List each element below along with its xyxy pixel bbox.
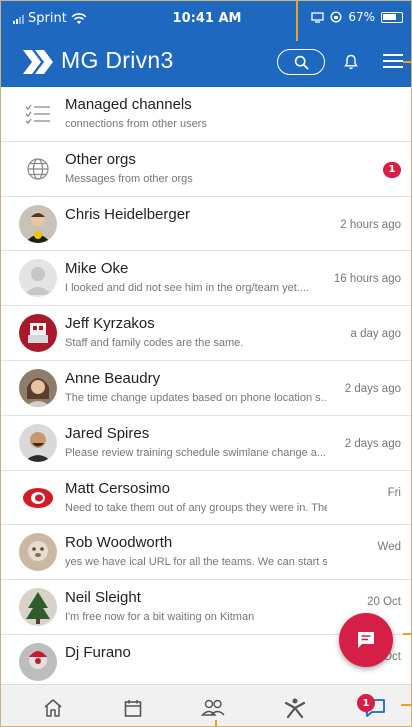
row-time: 2 days ago	[344, 382, 401, 395]
status-right: 67%	[311, 10, 403, 24]
row-time: a day ago	[350, 328, 401, 341]
chat-tab[interactable]: 1	[357, 694, 387, 720]
conversation-row[interactable]: Mike Oke I looked and did not see him in…	[1, 251, 411, 307]
bell-icon	[344, 54, 358, 70]
row-preview: yes we have ical URL for all the teams. …	[65, 556, 327, 569]
row-preview: I looked and did not see him in the org/…	[65, 282, 309, 295]
new-message-button[interactable]	[339, 613, 393, 667]
avatar	[19, 368, 57, 407]
annotation-line	[401, 704, 411, 706]
row-title: Neil Sleight	[65, 589, 141, 607]
row-preview: Staff and family codes are the same.	[65, 337, 244, 350]
annotation-line	[215, 720, 217, 726]
screen-mirror-icon	[311, 11, 324, 23]
row-title: Mike Oke	[65, 260, 129, 278]
annotation-line	[296, 1, 298, 41]
row-title: Rob Woodworth	[65, 534, 173, 552]
row-preview: Need to take them out of any groups they…	[65, 501, 327, 514]
avatar	[19, 642, 57, 681]
notifications-button[interactable]	[341, 51, 361, 73]
globe-icon	[19, 150, 57, 188]
activity-icon	[284, 698, 306, 719]
row-title: Managed channels	[65, 96, 192, 113]
calendar-icon	[124, 700, 142, 717]
conversation-row[interactable]: Jeff Kyrzakos Staff and family codes are…	[1, 306, 411, 361]
row-time: Fri	[387, 486, 401, 499]
row-time: 20 Oct	[367, 596, 401, 609]
annotation-line	[403, 61, 411, 63]
menu-icon	[383, 54, 403, 56]
activity-tab[interactable]	[283, 696, 307, 720]
row-subtitle: Messages from other orgs	[65, 172, 193, 185]
other-orgs-row[interactable]: Other orgs Messages from other orgs 1	[1, 141, 411, 197]
conversation-row[interactable]: Anne Beaudry The time change updates bas…	[1, 360, 411, 416]
row-title: Dj Furano	[65, 643, 131, 661]
menu-button[interactable]	[383, 51, 403, 73]
row-title: Jared Spires	[65, 424, 150, 442]
logo-icon	[23, 50, 53, 74]
people-tab[interactable]	[201, 696, 225, 720]
new-message-icon	[358, 632, 374, 648]
conversation-row[interactable]: Matt Cersosimo Need to take them out of …	[1, 470, 411, 526]
conversation-row[interactable]: Jared Spires Please review training sche…	[1, 415, 411, 471]
row-title: Jeff Kyrzakos	[65, 315, 155, 333]
row-preview: Please review training schedule swimlane…	[65, 446, 327, 459]
home-tab[interactable]	[41, 696, 65, 720]
row-title: Matt Cersosimo	[65, 479, 171, 497]
search-button[interactable]	[277, 49, 325, 75]
avatar	[19, 533, 57, 572]
calendar-tab[interactable]	[121, 696, 145, 720]
home-icon	[44, 699, 62, 717]
managed-channels-row[interactable]: Managed channels connections from other …	[1, 87, 411, 142]
row-title: Anne Beaudry	[65, 369, 161, 387]
row-preview: The time change updates based on phone l…	[65, 391, 327, 404]
bottom-nav: 1	[1, 684, 411, 726]
row-time: Wed	[377, 541, 401, 554]
battery-percent: 67%	[348, 10, 375, 24]
row-time: 2 days ago	[344, 437, 401, 450]
row-time: 16 hours ago	[333, 273, 401, 286]
people-icon	[201, 699, 225, 716]
status-bar: Sprint 10:41 AM 67%	[1, 1, 411, 37]
avatar	[19, 204, 57, 243]
avatar	[19, 259, 57, 298]
row-time: 2 hours ago	[340, 218, 401, 231]
orientation-lock-icon	[330, 11, 342, 23]
app-title: MG Drivn3	[61, 47, 174, 73]
managed-channels-icon	[19, 95, 57, 133]
avatar	[19, 423, 57, 462]
row-title: Other orgs	[65, 150, 136, 168]
avatar	[19, 478, 57, 517]
conversation-row[interactable]: Chris Heidelberger 2 hours ago	[1, 196, 411, 252]
conversation-row[interactable]: Rob Woodworth yes we have ical URL for a…	[1, 525, 411, 581]
chat-badge: 1	[357, 694, 375, 712]
avatar	[19, 588, 57, 627]
annotation-line	[403, 633, 411, 635]
app-frame: Sprint 10:41 AM 67% MG Drivn3 Managed ch…	[0, 0, 412, 727]
search-icon	[294, 55, 308, 69]
row-subtitle: connections from other users	[65, 118, 207, 130]
conversation-list[interactable]: Managed channels connections from other …	[1, 87, 411, 684]
row-title: Chris Heidelberger	[65, 205, 191, 223]
avatar	[19, 314, 57, 353]
unread-badge: 1	[383, 161, 401, 178]
row-preview: I'm free now for a bit waiting on Kitman	[65, 611, 255, 624]
battery-icon	[381, 11, 403, 23]
app-header: MG Drivn3	[1, 37, 411, 87]
